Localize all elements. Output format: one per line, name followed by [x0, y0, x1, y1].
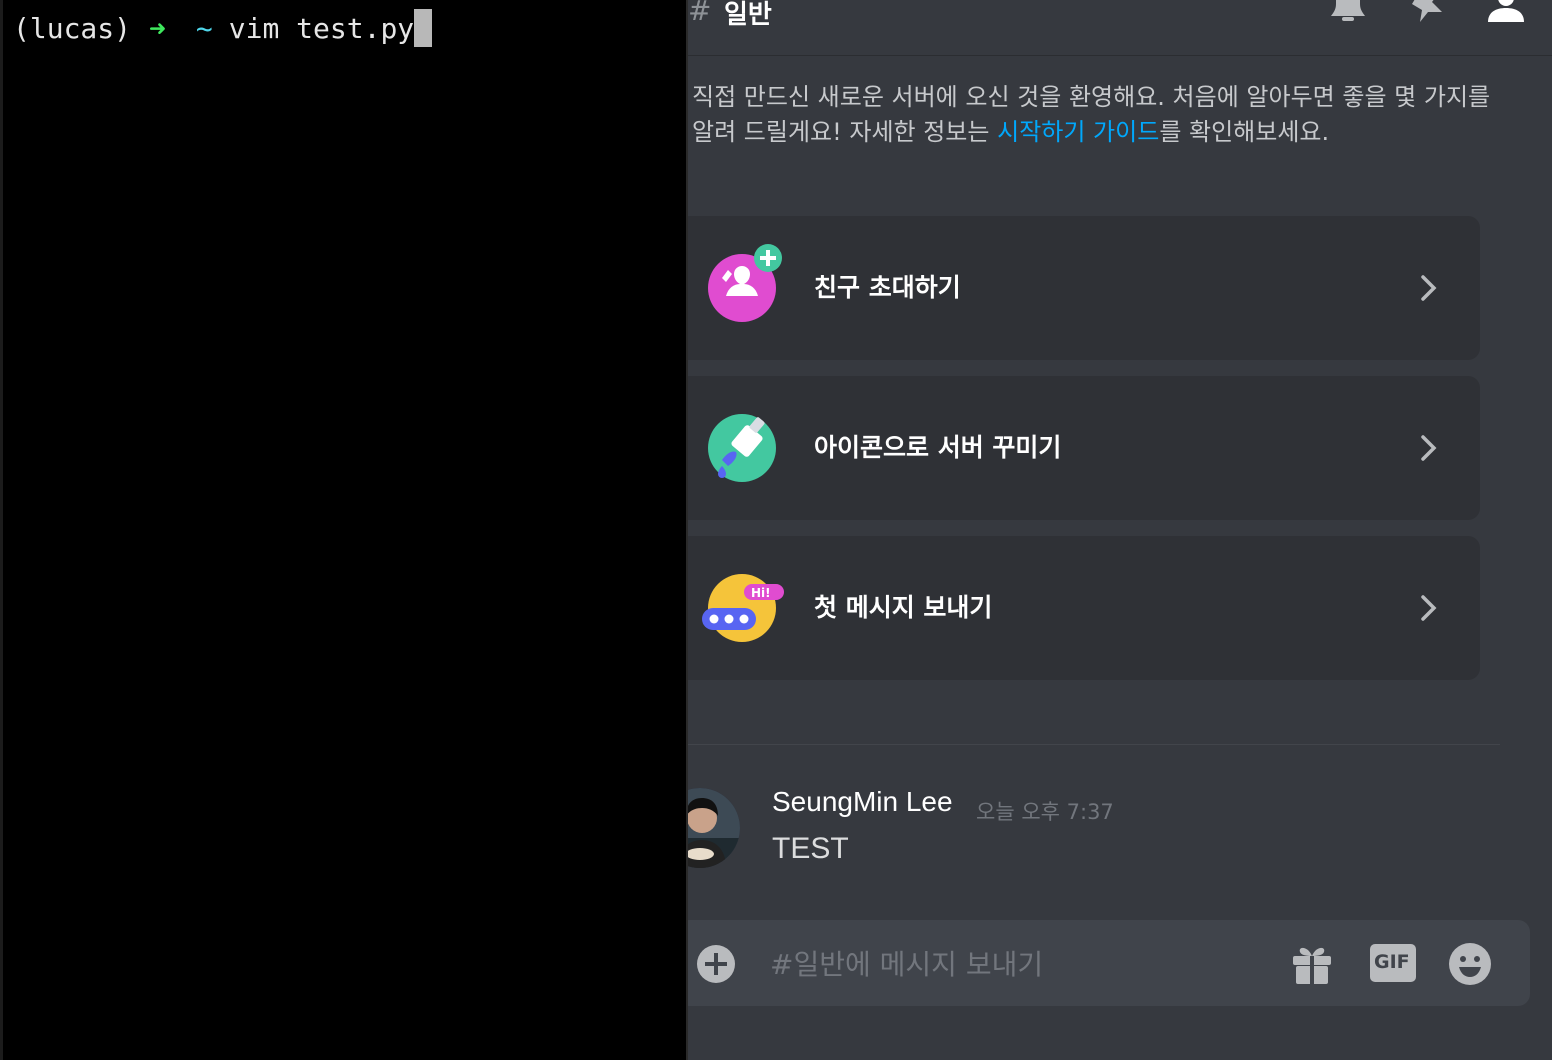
members-icon[interactable] [1486, 0, 1526, 24]
channel-hash-icon: # [688, 0, 712, 27]
message-composer: GIF [688, 920, 1530, 1006]
invite-friend-icon [708, 244, 782, 322]
prompt-directory: ~ [195, 11, 213, 45]
gift-icon[interactable] [1290, 942, 1334, 986]
terminal-window[interactable]: (lucas) ➜ ~ vim test.py [0, 0, 688, 1060]
chevron-right-icon [1418, 274, 1440, 302]
prompt-arrow: ➜ [149, 11, 166, 45]
welcome-text-after: 를 확인해보세요. [1159, 118, 1330, 146]
add-attachment-button[interactable] [696, 944, 736, 984]
channel-header: # 일반 [688, 0, 1552, 56]
message-timestamp: 오늘 오후 7:37 [976, 800, 1114, 824]
chevron-right-icon [1418, 594, 1440, 622]
chevron-right-icon [1418, 434, 1440, 462]
channel-name: 일반 [724, 0, 772, 30]
bell-icon[interactable] [1328, 0, 1368, 24]
card-label: 친구 초대하기 [814, 273, 961, 302]
terminal-prompt-line: (lucas) ➜ ~ vim test.py [13, 8, 433, 48]
prompt-virtualenv: (lucas) [13, 11, 132, 45]
card-label: 아이콘으로 서버 꾸미기 [814, 433, 1062, 462]
hi-message-icon: Hi! [702, 574, 784, 642]
emoji-icon[interactable] [1448, 942, 1492, 986]
message-divider [688, 744, 1500, 745]
getting-started-guide-link[interactable]: 시작하기 가이드 [997, 118, 1159, 146]
terminal-command: vim test.py [228, 11, 415, 45]
card-label: 첫 메시지 보내기 [814, 593, 993, 622]
paint-brush-icon [708, 414, 776, 482]
svg-text:Hi!: Hi! [751, 586, 771, 600]
gif-button[interactable]: GIF [1368, 942, 1418, 986]
customize-server-icon-card[interactable]: 아이콘으로 서버 꾸미기 [688, 376, 1480, 520]
discord-chat-panel: # 일반 직접 만드신 새로운 서버에 오신 것을 환영해요. 처음에 알아두면… [688, 0, 1552, 1060]
avatar[interactable] [688, 788, 740, 868]
send-first-message-card[interactable]: Hi! 첫 메시지 보내기 [688, 536, 1480, 680]
message-content: TEST [772, 832, 849, 865]
invite-friends-card[interactable]: 친구 초대하기 [688, 216, 1480, 360]
pin-icon[interactable] [1408, 0, 1448, 24]
welcome-text: 직접 만드신 새로운 서버에 오신 것을 환영해요. 처음에 알아두면 좋을 몇… [692, 80, 1512, 150]
gif-label: GIF [1374, 951, 1410, 973]
message-input[interactable] [770, 944, 1270, 984]
terminal-cursor [414, 9, 433, 47]
message-author[interactable]: SeungMin Lee [772, 786, 953, 818]
